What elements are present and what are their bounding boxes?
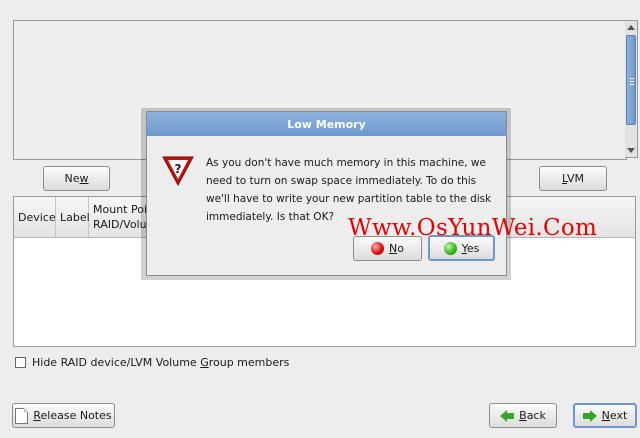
new-button[interactable]: New (43, 166, 110, 191)
hide-members-checkbox[interactable] (15, 357, 26, 368)
scroll-down-icon[interactable] (627, 148, 635, 153)
next-arrow-icon (582, 409, 597, 422)
hide-members-checkbox-row[interactable]: Hide RAID device/LVM Volume Group member… (15, 356, 289, 369)
warning-icon: ? (162, 156, 194, 187)
scroll-thumb[interactable] (626, 35, 636, 125)
next-button[interactable]: Next (573, 403, 637, 428)
back-button[interactable]: Back (489, 403, 557, 428)
vertical-scrollbar[interactable] (625, 20, 638, 158)
back-arrow-icon (500, 409, 515, 422)
yes-icon (443, 241, 457, 255)
document-icon (15, 407, 29, 424)
scroll-up-icon[interactable] (627, 25, 635, 30)
lvm-button[interactable]: LVM (539, 166, 607, 191)
low-memory-dialog: Low Memory ? As you don't have much memo… (146, 111, 507, 276)
watermark-text: Www.OsYunWei.Com (348, 215, 598, 241)
no-icon (371, 242, 385, 255)
dialog-title: Low Memory (147, 112, 506, 136)
column-header-label[interactable]: Label (56, 197, 90, 237)
column-header-device[interactable]: Device (14, 197, 56, 237)
release-notes-button[interactable]: Release Notes (12, 403, 115, 428)
svg-text:?: ? (175, 162, 182, 176)
hide-members-label: Hide RAID device/LVM Volume Group member… (32, 356, 290, 369)
